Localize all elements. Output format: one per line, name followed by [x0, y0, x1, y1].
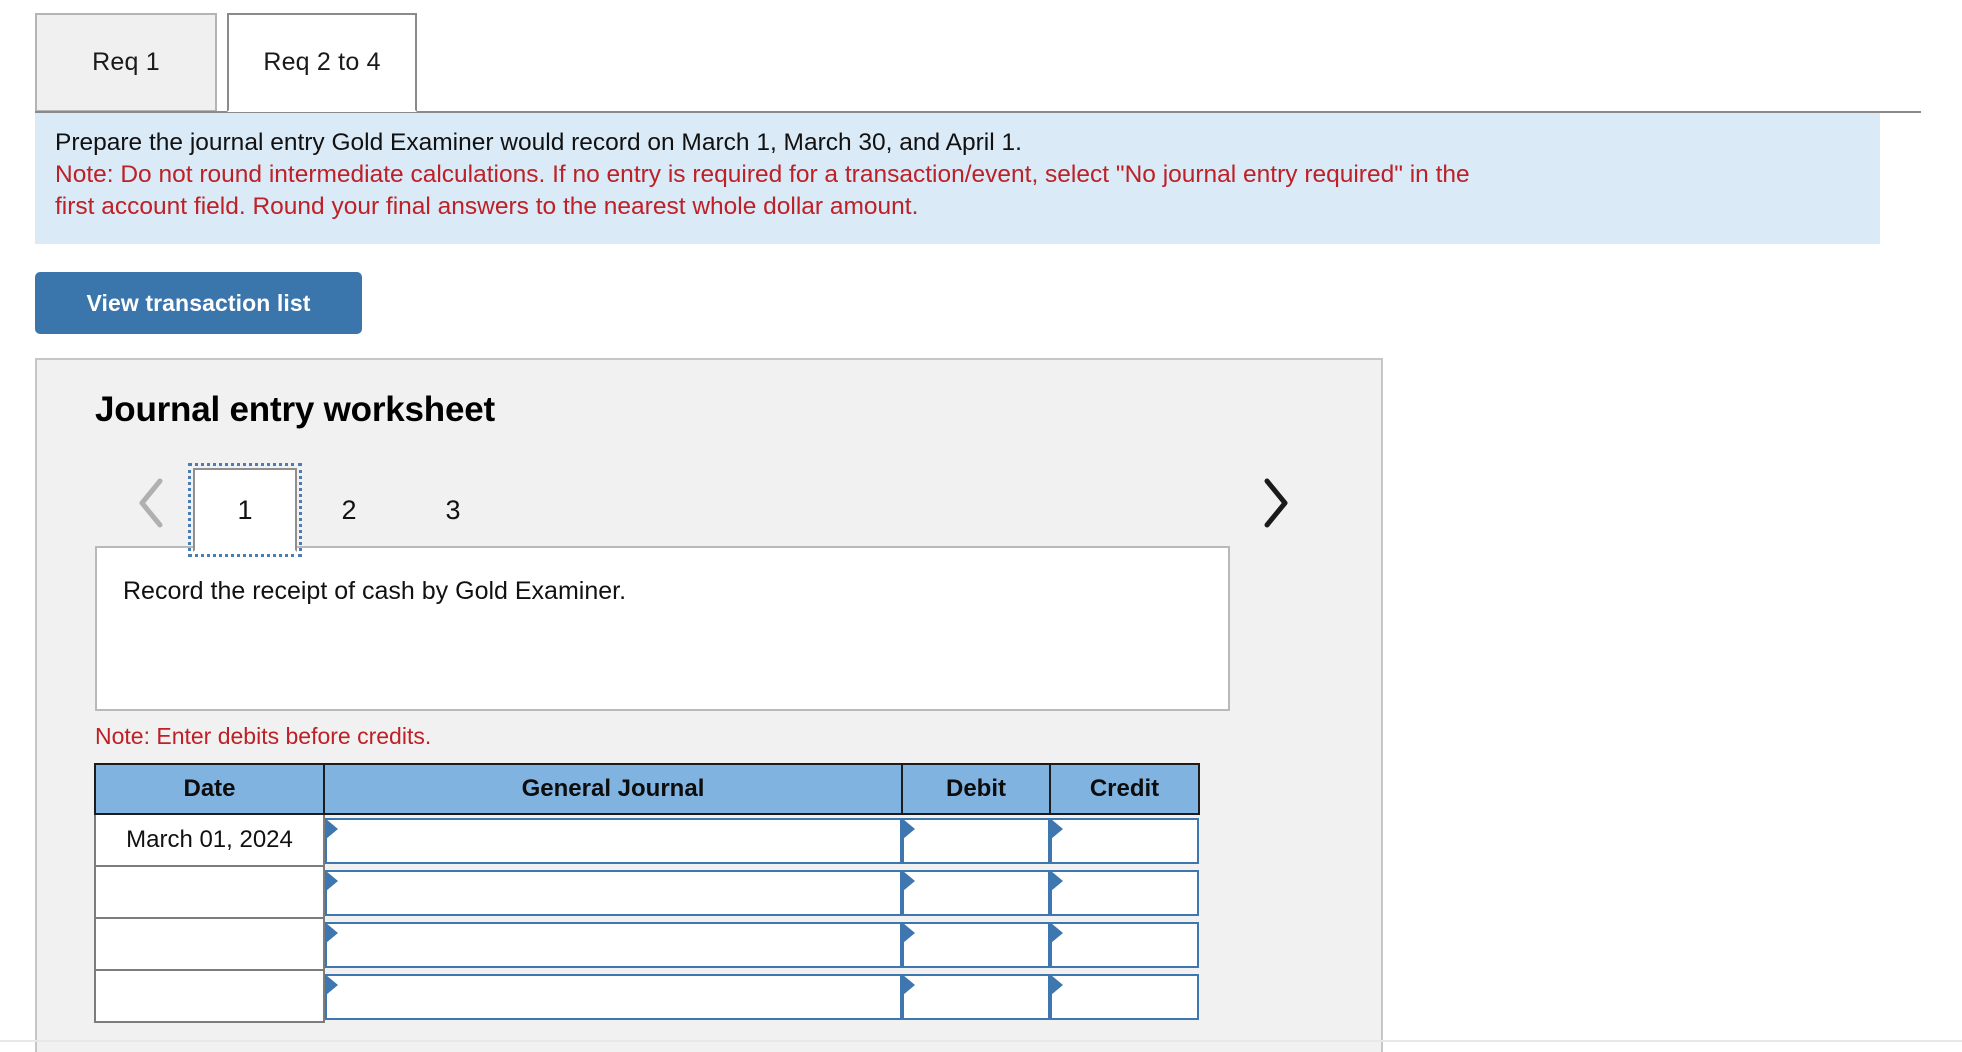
instruction-note-line-1: Note: Do not round intermediate calculat… [55, 161, 1470, 188]
page-bottom-divider [0, 1040, 1962, 1042]
column-header-debit: Debit [901, 763, 1051, 815]
table-row [94, 969, 1199, 1023]
debit-input[interactable] [902, 922, 1050, 968]
tab-req-1[interactable]: Req 1 [35, 13, 217, 112]
journal-entry-table: Date General Journal Debit Credit March … [94, 763, 1200, 1023]
credit-input[interactable] [1050, 817, 1199, 864]
dropdown-arrow-icon [326, 923, 338, 943]
general-journal-cell [324, 814, 902, 866]
worksheet-title: Journal entry worksheet [95, 390, 495, 429]
chevron-right-icon[interactable] [1249, 465, 1301, 541]
journal-entry-worksheet-panel: Journal entry worksheet 1 2 3 Record the… [35, 358, 1383, 1052]
dropdown-arrow-icon [903, 871, 915, 891]
date-cell[interactable] [94, 865, 325, 919]
chevron-left-icon[interactable] [125, 465, 177, 541]
table-header-row: Date General Journal Debit Credit [94, 763, 1200, 815]
worksheet-pager: 1 2 3 [95, 463, 1345, 557]
general-journal-cell [324, 970, 902, 1022]
account-select[interactable] [325, 922, 902, 968]
column-header-general-journal: General Journal [323, 763, 903, 815]
enter-debits-note: Note: Enter debits before credits. [95, 723, 432, 749]
worksheet-page-1-label: 1 [237, 494, 253, 525]
tab-req-2-to-4-label: Req 2 to 4 [263, 48, 381, 76]
credit-input[interactable] [1050, 922, 1199, 968]
dropdown-arrow-icon [1051, 871, 1063, 891]
table-row [94, 917, 1199, 971]
credit-cell [1050, 866, 1199, 918]
debit-input[interactable] [902, 974, 1050, 1020]
credit-input[interactable] [1050, 870, 1199, 916]
worksheet-page-3[interactable]: 3 [401, 468, 505, 552]
dropdown-arrow-icon [1051, 975, 1063, 995]
date-cell[interactable]: March 01, 2024 [94, 813, 325, 867]
dropdown-arrow-icon [903, 923, 915, 943]
tab-req-2-to-4[interactable]: Req 2 to 4 [227, 13, 417, 112]
account-select[interactable] [325, 870, 902, 916]
debit-cell [902, 814, 1050, 866]
table-row [94, 865, 1199, 919]
credit-cell [1050, 970, 1199, 1022]
credit-cell [1050, 918, 1199, 970]
view-transaction-list-button[interactable]: View transaction list [35, 272, 362, 334]
account-select[interactable] [325, 817, 902, 864]
dropdown-arrow-icon [903, 975, 915, 995]
account-select[interactable] [325, 974, 902, 1020]
tab-req-1-label: Req 1 [92, 48, 160, 76]
tab-strip: Req 1 Req 2 to 4 [0, 0, 1962, 113]
worksheet-description-box: Record the receipt of cash by Gold Exami… [95, 546, 1230, 711]
date-cell[interactable] [94, 917, 325, 971]
debit-input[interactable] [902, 870, 1050, 916]
dropdown-arrow-icon [326, 871, 338, 891]
debit-cell [902, 970, 1050, 1022]
column-header-credit: Credit [1049, 763, 1200, 815]
debit-cell [902, 866, 1050, 918]
worksheet-description-text: Record the receipt of cash by Gold Exami… [123, 577, 627, 605]
debit-cell [902, 918, 1050, 970]
column-header-date: Date [94, 763, 325, 815]
date-cell[interactable] [94, 969, 325, 1023]
credit-cell [1050, 814, 1199, 866]
dropdown-arrow-icon [1051, 923, 1063, 943]
credit-input[interactable] [1050, 974, 1199, 1020]
worksheet-page-3-label: 3 [445, 494, 461, 525]
debit-input[interactable] [902, 817, 1050, 864]
worksheet-page-2-label: 2 [341, 494, 357, 525]
dropdown-arrow-icon [326, 975, 338, 995]
general-journal-cell [324, 918, 902, 970]
dropdown-arrow-icon [1051, 818, 1063, 839]
instruction-prompt: Prepare the journal entry Gold Examiner … [55, 129, 1022, 156]
instruction-note-line-2: first account field. Round your final an… [55, 193, 919, 220]
dropdown-arrow-icon [326, 818, 338, 839]
general-journal-cell [324, 866, 902, 918]
worksheet-page-1[interactable]: 1 [188, 463, 302, 557]
worksheet-page-2[interactable]: 2 [297, 468, 401, 552]
instruction-panel: Prepare the journal entry Gold Examiner … [35, 113, 1880, 244]
dropdown-arrow-icon [903, 818, 915, 839]
table-row: March 01, 2024 [94, 813, 1199, 867]
